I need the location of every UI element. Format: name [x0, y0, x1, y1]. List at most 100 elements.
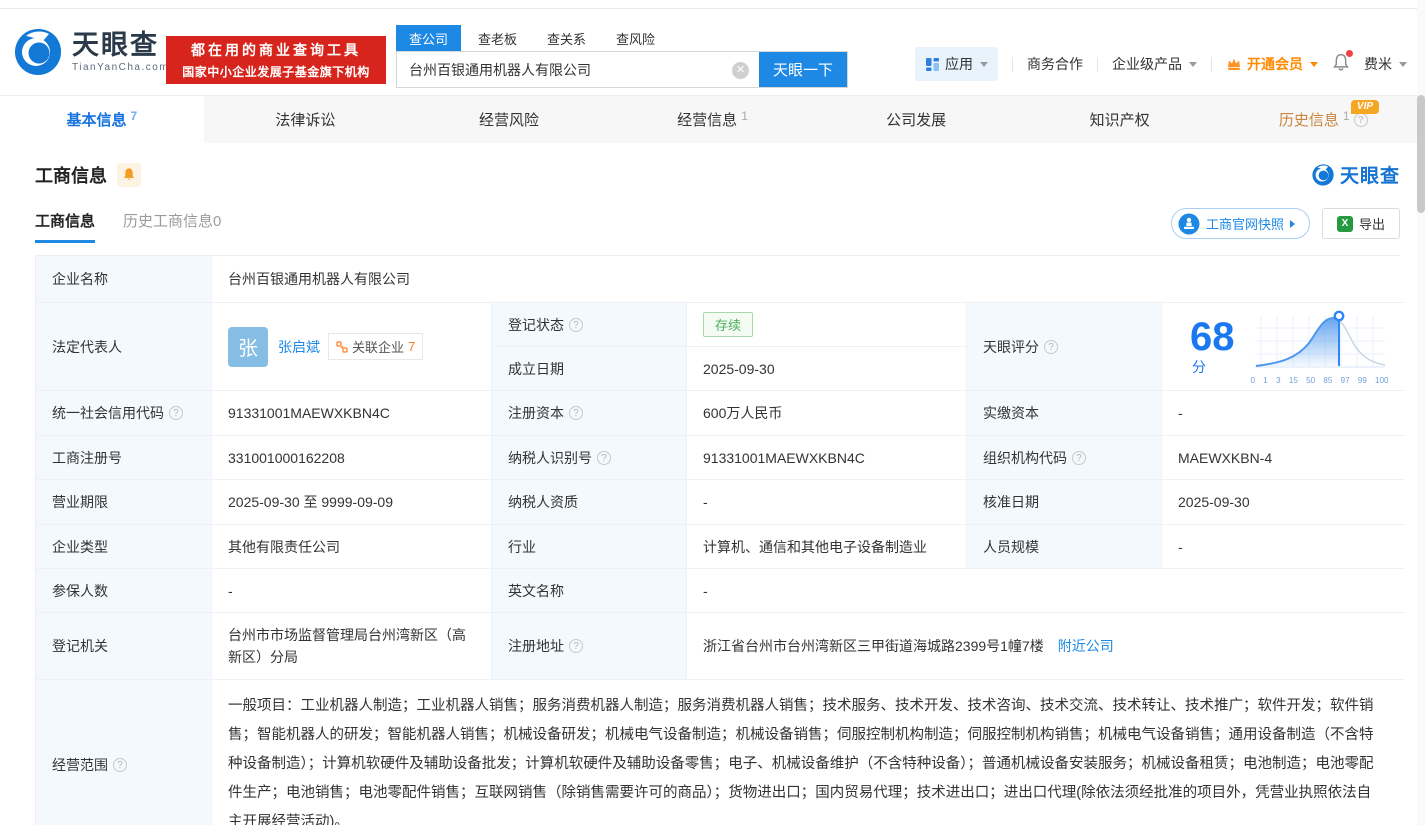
- excel-icon: X: [1336, 215, 1353, 232]
- nearby-companies-link[interactable]: 附近公司: [1058, 636, 1114, 656]
- subtab-business-info[interactable]: 工商信息: [35, 210, 96, 243]
- subscribe-bell-button[interactable]: [117, 162, 141, 187]
- subtab-actions: 工商官网快照 X 导出: [1170, 208, 1400, 245]
- top-navigation: 应用 商务合作 企业级产品 开通会员 费米: [915, 47, 1407, 81]
- search-tab-company[interactable]: 查公司: [396, 25, 462, 51]
- help-icon[interactable]: [569, 406, 583, 420]
- apps-menu[interactable]: 应用: [915, 47, 998, 81]
- field-label-tianyan-score: 天眼评分: [966, 302, 1161, 390]
- help-icon[interactable]: [597, 450, 611, 465]
- tick: 100: [1375, 375, 1389, 385]
- field-value-org-code: MAEWXKBN-4: [1161, 435, 1405, 479]
- tick: 1: [1263, 375, 1268, 385]
- field-value-registered-address: 浙江省台州市台州湾新区三甲街道海城路2399号1幢7楼 附近公司: [686, 612, 1405, 679]
- field-value-taxpayer-quality: -: [686, 479, 966, 524]
- tab-legal-litigation[interactable]: 法律诉讼: [204, 96, 408, 143]
- tick: 3: [1276, 375, 1281, 385]
- open-vip-menu[interactable]: 开通会员: [1226, 54, 1318, 74]
- notifications-button[interactable]: [1332, 50, 1353, 75]
- field-value-company-type: 其他有限责任公司: [211, 524, 491, 568]
- score-number-wrap: 68分: [1190, 317, 1235, 377]
- help-icon[interactable]: [1353, 112, 1368, 127]
- field-value-registration-authority: 台州市市场监督管理局台州湾新区（高新区）分局: [211, 612, 491, 679]
- official-snapshot-button[interactable]: 工商官网快照: [1170, 208, 1310, 239]
- page-scrollbar[interactable]: [1417, 0, 1425, 825]
- label-text: 成立日期: [508, 360, 564, 377]
- help-icon[interactable]: [169, 406, 183, 420]
- value-text: MAEWXKBN-4: [1178, 449, 1273, 466]
- section-title: 工商信息: [35, 165, 107, 186]
- label-text: 纳税人识别号: [508, 449, 592, 466]
- label-text: 登记机关: [52, 638, 108, 654]
- label-text: 行业: [508, 538, 536, 555]
- score-number: 68: [1190, 314, 1235, 359]
- tab-operation-risk[interactable]: 经营风险: [407, 96, 611, 143]
- help-icon[interactable]: [1072, 450, 1086, 465]
- enterprise-products-menu[interactable]: 企业级产品: [1112, 54, 1197, 74]
- business-cooperation-link[interactable]: 商务合作: [1027, 54, 1083, 74]
- field-value-establish-date: 2025-09-30: [686, 346, 966, 390]
- search-input[interactable]: [397, 52, 759, 87]
- field-label-industry: 行业: [491, 524, 686, 568]
- avatar[interactable]: 张: [228, 326, 268, 367]
- user-menu[interactable]: 费米: [1364, 54, 1407, 74]
- field-label-paid-capital: 实缴资本: [966, 390, 1161, 435]
- tab-basic-info[interactable]: 基本信息 7: [0, 96, 204, 143]
- subtab-history-business-info[interactable]: 历史工商信息0: [123, 210, 221, 243]
- coop-label: 商务合作: [1027, 56, 1083, 72]
- nav-divider: [1012, 56, 1013, 72]
- vip-label: 开通会员: [1247, 56, 1303, 72]
- label-text: 人员规模: [983, 538, 1039, 555]
- value-text: 2025-09-30: [703, 360, 775, 377]
- legal-rep-link[interactable]: 张启斌: [278, 337, 320, 357]
- search-tab-risk[interactable]: 查风险: [603, 25, 668, 51]
- scrollbar-thumb[interactable]: [1417, 95, 1425, 213]
- help-icon[interactable]: [1044, 339, 1058, 354]
- search-tab-boss[interactable]: 查老板: [465, 25, 530, 51]
- tick: 99: [1357, 375, 1367, 385]
- help-icon[interactable]: [113, 757, 127, 772]
- bell-curve-chart: [1254, 310, 1385, 367]
- label-text: 法定代表人: [52, 338, 122, 355]
- tick: 85: [1323, 375, 1333, 385]
- enterprise-label: 企业级产品: [1112, 56, 1182, 72]
- arrow-right-icon: [1289, 219, 1295, 228]
- value-text: 91331001MAEWXKBN4C: [228, 405, 390, 421]
- score-marker-pin: [1333, 310, 1344, 321]
- field-label-taxpayer-quality: 纳税人资质: [491, 479, 686, 524]
- watermark-text: 天眼查: [1339, 166, 1400, 187]
- related-companies-badge[interactable]: 关联企业 7: [328, 333, 424, 360]
- chevron-down-icon: [1310, 61, 1318, 67]
- logo-text: 天眼查 TianYanCha.com: [72, 31, 169, 73]
- export-button[interactable]: X 导出: [1321, 208, 1400, 239]
- tianyancha-logo-icon: [1312, 163, 1334, 186]
- tab-intellectual-property[interactable]: 知识产权: [1018, 96, 1222, 143]
- username: 费米: [1364, 56, 1392, 72]
- field-label-registered-address: 注册地址: [491, 612, 686, 679]
- field-value-tianyan-score: 68分 0 1 3 15 50 85 97 99 100: [1161, 302, 1405, 390]
- tab-history-info[interactable]: VIP 历史信息 1: [1221, 96, 1425, 143]
- status-badge: 存续: [703, 312, 754, 337]
- value-text: 2025-09-30: [1178, 494, 1250, 510]
- search-button[interactable]: 天眼一下: [759, 52, 847, 87]
- tianyancha-logo[interactable]: 天眼查 TianYanCha.com: [12, 26, 169, 78]
- tab-operation-info[interactable]: 经营信息 1: [611, 96, 815, 143]
- tab-label: 基本信息: [66, 112, 127, 129]
- company-name: 台州百银通用机器人有限公司: [228, 271, 410, 287]
- label-text: 核准日期: [983, 494, 1039, 510]
- field-value-staff-size: -: [1161, 524, 1405, 568]
- apps-grid-icon: [926, 57, 939, 71]
- clear-search-icon[interactable]: ✕: [732, 62, 749, 79]
- search-tab-relation[interactable]: 查关系: [534, 25, 599, 51]
- tab-company-development[interactable]: 公司发展: [814, 96, 1018, 143]
- label-text: 企业类型: [52, 538, 108, 555]
- value-text: -: [703, 582, 708, 599]
- tab-count: 7: [130, 108, 138, 123]
- help-icon[interactable]: [569, 639, 583, 653]
- field-value-legal-representative: 张 张启斌 关联企业 7: [211, 302, 491, 390]
- label-text: 纳税人资质: [508, 494, 578, 510]
- value-text: 计算机、通信和其他电子设备制造业: [703, 538, 927, 555]
- label-text: 组织机构代码: [983, 449, 1067, 466]
- field-label-org-code: 组织机构代码: [966, 435, 1161, 479]
- help-icon[interactable]: [569, 317, 583, 332]
